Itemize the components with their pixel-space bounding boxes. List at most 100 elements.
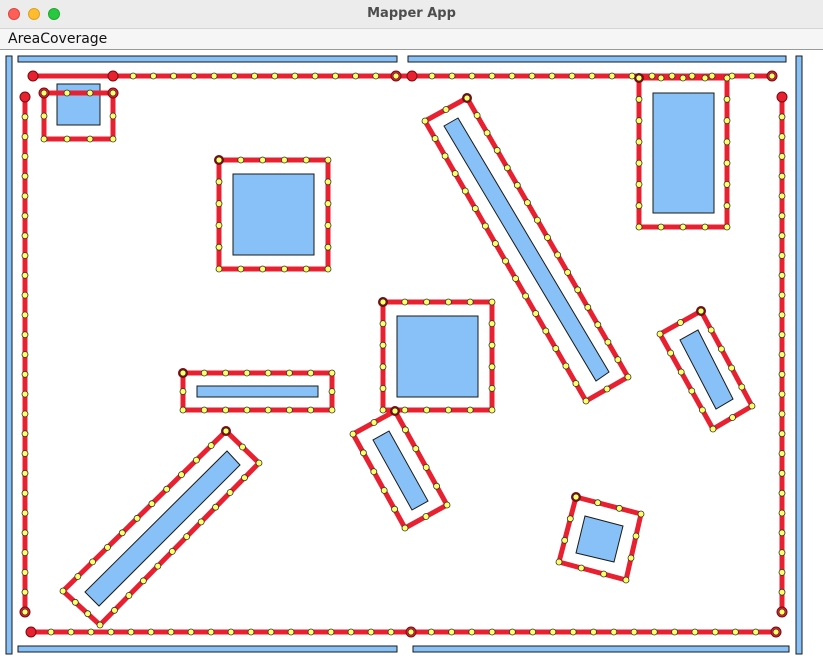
waypoint[interactable] — [671, 628, 678, 636]
path-node[interactable] — [27, 70, 39, 82]
waypoint[interactable] — [21, 569, 29, 576]
waypoint[interactable] — [668, 72, 676, 80]
waypoint[interactable] — [264, 406, 272, 414]
waypoint[interactable] — [311, 72, 319, 80]
waypoint[interactable] — [212, 503, 220, 511]
waypoint[interactable] — [109, 112, 117, 120]
waypoint[interactable] — [632, 532, 640, 540]
waypoint[interactable] — [21, 588, 29, 596]
waypoint[interactable] — [227, 628, 235, 636]
waypoint[interactable] — [723, 223, 731, 231]
path-node[interactable] — [19, 91, 31, 103]
waypoint[interactable] — [488, 72, 496, 80]
waypoint[interactable] — [488, 341, 496, 349]
waypoint[interactable] — [512, 275, 519, 282]
waypoint[interactable] — [552, 345, 560, 352]
waypoint[interactable] — [732, 628, 739, 636]
waypoint[interactable] — [237, 265, 245, 273]
waypoint[interactable] — [488, 298, 496, 306]
waypoint[interactable] — [723, 180, 731, 188]
waypoint[interactable] — [667, 349, 674, 357]
waypoint[interactable] — [74, 573, 82, 580]
waypoint[interactable] — [379, 320, 387, 328]
menu-areacoverage[interactable]: AreaCoverage — [8, 31, 107, 47]
path-node[interactable] — [107, 70, 119, 82]
waypoint[interactable] — [488, 406, 496, 414]
waypoint[interactable] — [401, 426, 409, 434]
waypoint[interactable] — [677, 368, 685, 376]
waypoint[interactable] — [778, 549, 786, 556]
waypoint[interactable] — [230, 72, 238, 80]
waypoint[interactable] — [624, 373, 632, 381]
waypoint[interactable] — [392, 72, 400, 80]
waypoint[interactable] — [778, 311, 786, 319]
waypoint[interactable] — [441, 152, 449, 160]
waypoint[interactable] — [723, 202, 731, 210]
waypoint[interactable] — [708, 72, 716, 80]
waypoint[interactable] — [711, 628, 719, 636]
waypoint[interactable] — [215, 178, 223, 186]
waypoint[interactable] — [544, 234, 551, 241]
waypoint[interactable] — [529, 628, 537, 636]
waypoint[interactable] — [21, 450, 29, 457]
waypoint[interactable] — [622, 576, 630, 584]
waypoint[interactable] — [574, 286, 582, 294]
waypoint[interactable] — [379, 406, 387, 414]
waypoint[interactable] — [40, 112, 48, 120]
waypoint[interactable] — [307, 369, 315, 377]
waypoint[interactable] — [577, 564, 585, 572]
waypoint[interactable] — [728, 364, 735, 372]
waypoint[interactable] — [109, 135, 117, 143]
waypoint[interactable] — [431, 135, 439, 142]
waypoint[interactable] — [67, 628, 75, 636]
waypoint[interactable] — [264, 369, 272, 377]
waypoint[interactable] — [729, 414, 736, 421]
waypoint[interactable] — [197, 518, 205, 526]
waypoint[interactable] — [21, 311, 29, 319]
waypoint[interactable] — [648, 72, 656, 80]
waypoint[interactable] — [179, 406, 187, 414]
waypoint[interactable] — [723, 138, 731, 146]
waypoint[interactable] — [210, 72, 218, 80]
waypoint[interactable] — [635, 117, 643, 124]
waypoint[interactable] — [635, 180, 643, 188]
waypoint[interactable] — [331, 72, 339, 80]
waypoint[interactable] — [699, 406, 706, 414]
waypoint[interactable] — [635, 74, 643, 82]
waypoint[interactable] — [768, 72, 776, 80]
waypoint[interactable] — [200, 369, 208, 377]
waypoint[interactable] — [109, 89, 117, 97]
waypoint[interactable] — [738, 383, 746, 391]
waypoint[interactable] — [422, 513, 430, 520]
waypoint[interactable] — [433, 482, 441, 490]
path-node[interactable] — [406, 70, 418, 82]
waypoint[interactable] — [222, 369, 230, 377]
waypoint[interactable] — [778, 192, 786, 200]
waypoint[interactable] — [407, 628, 415, 636]
waypoint[interactable] — [534, 216, 541, 224]
waypoint[interactable] — [21, 232, 29, 240]
waypoint[interactable] — [391, 505, 399, 513]
path-node[interactable] — [776, 91, 788, 103]
waypoint[interactable] — [287, 628, 295, 636]
waypoint[interactable] — [701, 74, 709, 82]
waypoint[interactable] — [679, 74, 687, 82]
waypoint[interactable] — [359, 449, 367, 457]
waypoint[interactable] — [163, 485, 171, 493]
waypoint[interactable] — [21, 489, 29, 497]
waypoint[interactable] — [502, 257, 509, 265]
waypoint[interactable] — [89, 558, 96, 566]
waypoint[interactable] — [154, 562, 162, 570]
waypoint[interactable] — [387, 628, 395, 636]
waypoint[interactable] — [280, 156, 288, 164]
waypoint[interactable] — [778, 152, 786, 160]
waypoint[interactable] — [215, 200, 223, 208]
waypoint[interactable] — [328, 369, 336, 377]
waypoint[interactable] — [222, 427, 230, 435]
waypoint[interactable] — [468, 72, 476, 80]
waypoint[interactable] — [21, 291, 29, 299]
waypoint[interactable] — [21, 133, 29, 141]
waypoint[interactable] — [701, 223, 709, 231]
waypoint[interactable] — [463, 94, 471, 102]
waypoint[interactable] — [307, 406, 315, 414]
